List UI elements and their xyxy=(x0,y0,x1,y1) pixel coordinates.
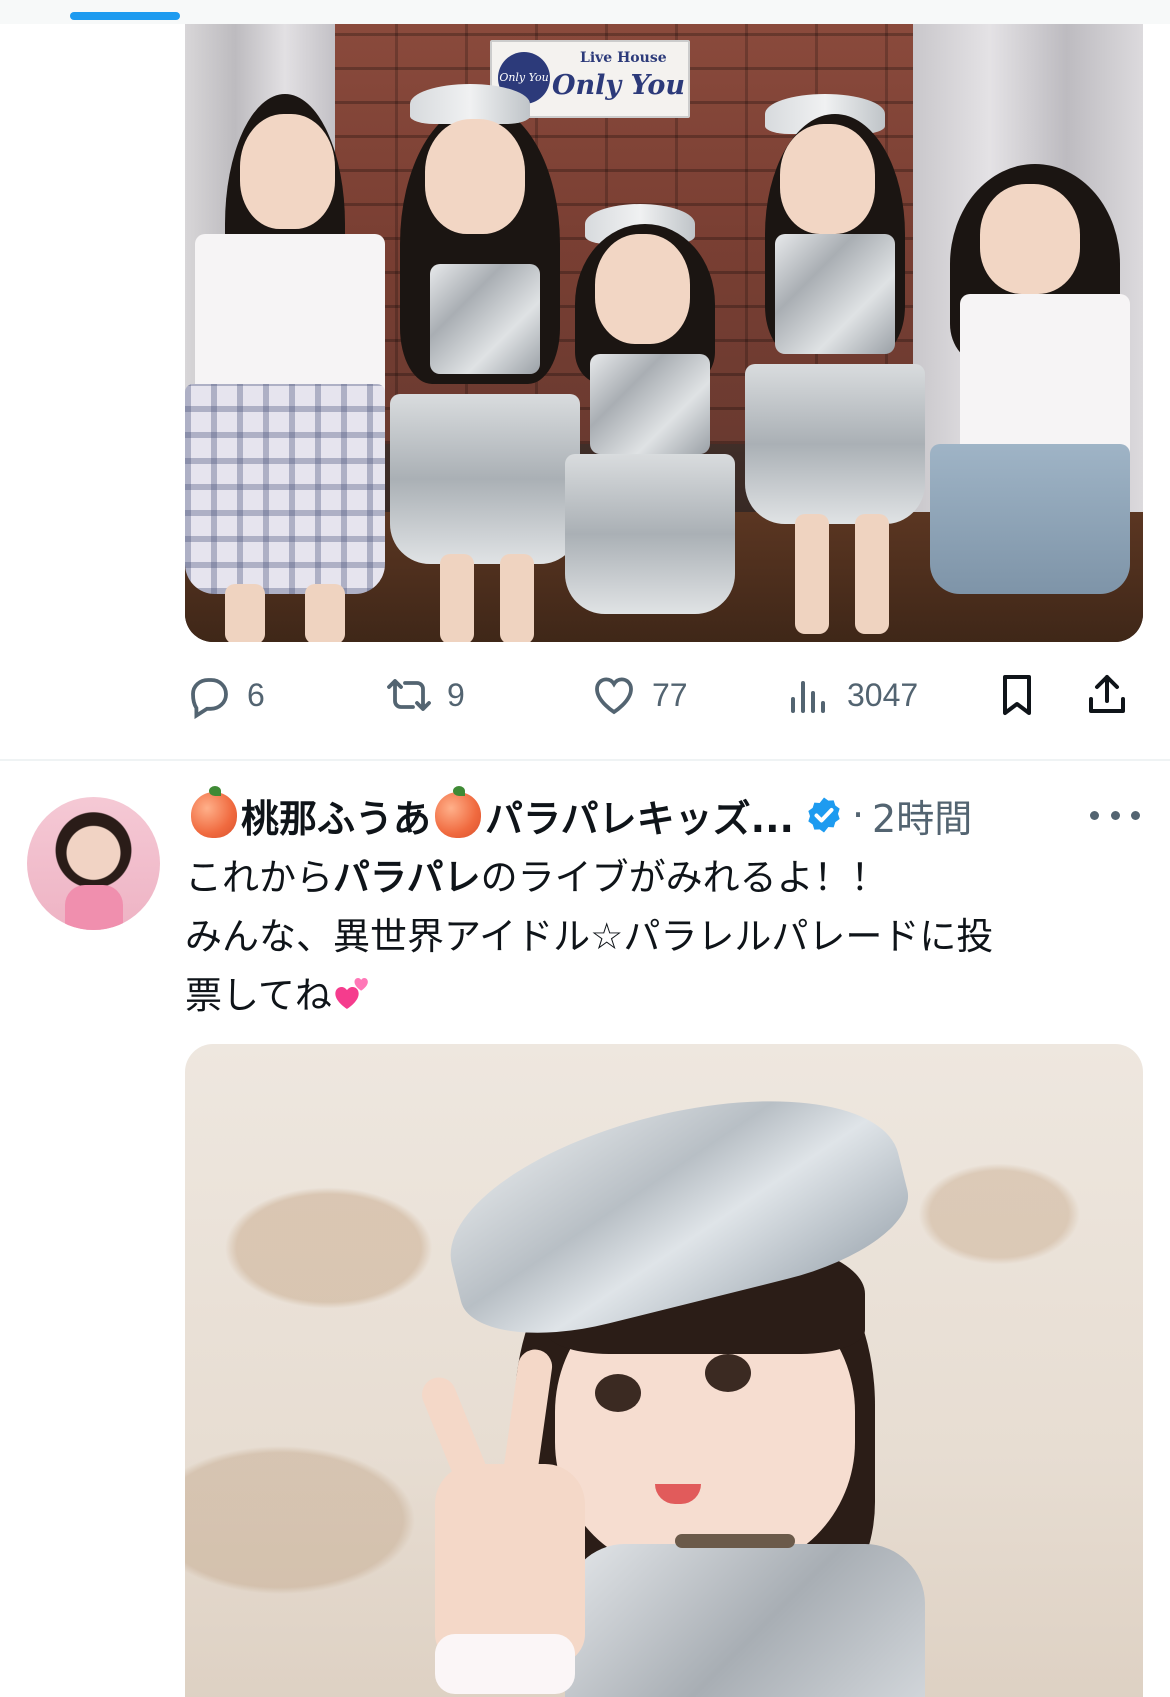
photo-outfit xyxy=(565,1544,925,1697)
hashtag-bold: パラパレ xyxy=(333,856,481,899)
reply-icon xyxy=(191,678,228,719)
photo-eye xyxy=(705,1354,751,1392)
tweet-timestamp[interactable]: 2時間 xyxy=(872,788,972,843)
peach-emoji-icon xyxy=(191,786,237,838)
retweet-icon xyxy=(387,679,431,711)
reply-count: 6 xyxy=(247,676,265,713)
share-button[interactable] xyxy=(1083,660,1131,730)
reply-button[interactable]: 6 xyxy=(185,660,265,730)
photo-cuff xyxy=(435,1634,575,1694)
tweet1-photo[interactable]: Only You Live House Only You xyxy=(185,24,1143,642)
tweet2-photo[interactable] xyxy=(185,1044,1143,1697)
retweet-count: 9 xyxy=(447,676,465,713)
more-icon[interactable] xyxy=(1090,800,1140,830)
two-hearts-emoji-icon xyxy=(332,972,372,1012)
views-icon xyxy=(791,681,825,713)
venue-sign-sub: Live House xyxy=(580,50,667,66)
tab-indicator xyxy=(70,12,180,20)
tweet-text-line-3: 票してね xyxy=(185,966,1135,1025)
tweet-text-line-1: これからパラパレのライブがみれるよ！！ xyxy=(185,856,888,899)
top-strip xyxy=(0,0,1170,24)
retweet-button[interactable]: 9 xyxy=(385,660,465,730)
like-button[interactable]: 77 xyxy=(590,660,688,730)
tweet1-action-bar: 6 9 77 3047 xyxy=(185,660,1145,730)
person-2 xyxy=(380,84,580,642)
tweet-divider xyxy=(0,759,1170,761)
heart-icon xyxy=(595,677,633,715)
views-count: 3047 xyxy=(847,676,919,713)
bookmark-button[interactable] xyxy=(993,660,1041,730)
bookmark-icon xyxy=(1003,675,1031,715)
share-icon xyxy=(1089,675,1125,713)
author-name-link[interactable]: 桃那ふうあ パラパレキッズ... xyxy=(187,786,794,843)
verified-badge-icon xyxy=(808,797,840,833)
person-4 xyxy=(745,94,925,634)
tweet2-header: 桃那ふうあ パラパレキッズ... · 2時間 xyxy=(187,785,972,845)
tweet2-text: これからパラパレのライブがみれるよ！！ みんな、異世界アイドル☆パラレルパレード… xyxy=(185,848,1135,1025)
peach-emoji-icon xyxy=(435,786,482,838)
author-name: 桃那ふうあ xyxy=(241,796,432,841)
tweet-separator: · xyxy=(851,793,865,837)
photo-eye xyxy=(595,1374,641,1412)
like-count: 77 xyxy=(652,676,688,713)
author-name-suffix: パラパレキッズ... xyxy=(485,796,794,841)
person-1 xyxy=(185,84,385,642)
person-5 xyxy=(930,164,1140,642)
tweet-text-line-2: みんな、異世界アイドル☆パラレルパレードに投 xyxy=(185,915,994,958)
views-button[interactable]: 3047 xyxy=(785,660,918,730)
avatar[interactable] xyxy=(27,797,160,930)
person-3 xyxy=(565,204,735,642)
photo-choker xyxy=(675,1534,795,1548)
